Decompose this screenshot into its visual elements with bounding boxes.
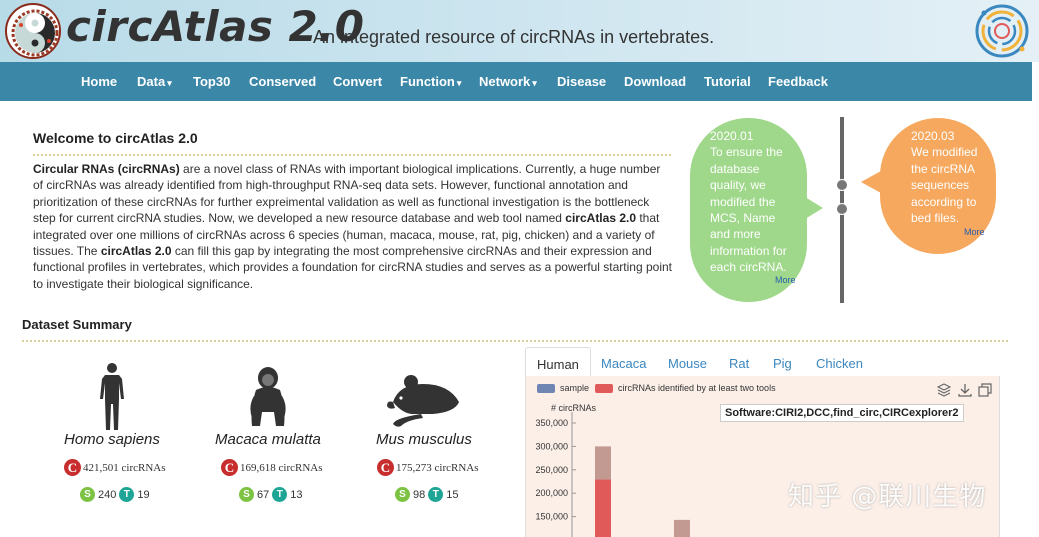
species-name-human[interactable]: Homo sapiens	[64, 431, 160, 448]
circ-count-human: C 421,501 circRNAs	[64, 459, 166, 476]
dataset-divider	[22, 340, 1008, 342]
sample-badge-icon: S	[80, 487, 95, 502]
tissue-badge-icon: T	[272, 487, 288, 502]
news-text: We modified the circRNA sequences accord…	[911, 145, 978, 226]
legend-sample[interactable]: sample	[537, 383, 589, 393]
watermark-text: 知乎 @联川生物	[788, 482, 987, 512]
timeline-dot[interactable]	[836, 203, 848, 215]
nav-convert[interactable]: Convert	[333, 74, 382, 89]
tissue-count: 13	[290, 488, 303, 501]
stack-icon[interactable]	[936, 383, 952, 397]
monkey-silhouette-icon[interactable]	[246, 366, 290, 437]
news-more-link[interactable]: More	[775, 272, 796, 288]
circle-graphic-icon	[972, 3, 1032, 59]
circ-count-text: 175,273 circRNAs	[396, 461, 479, 474]
tissue-badge-icon: T	[119, 487, 135, 502]
caret-down-icon: ▾	[167, 78, 172, 88]
sample-tissue-human: S 240 T 19	[80, 487, 150, 502]
sample-badge-icon: S	[239, 487, 254, 502]
nav-data[interactable]: Data ▾	[137, 74, 172, 89]
legend-label: circRNAs identified by at least two tool…	[618, 383, 776, 393]
mouse-silhouette-icon[interactable]	[385, 374, 465, 435]
nav-download[interactable]: Download	[624, 74, 686, 89]
sample-count: 98	[413, 488, 426, 501]
y-tick-label: 250,000	[535, 465, 568, 475]
tissue-count: 15	[446, 488, 459, 501]
nav-feedback[interactable]: Feedback	[768, 74, 828, 89]
news-date: 2020.01	[710, 129, 754, 143]
sample-badge-icon: S	[395, 487, 410, 502]
tab-mouse[interactable]: Mouse	[668, 347, 707, 377]
nav-network[interactable]: Network ▾	[479, 74, 537, 89]
welcome-divider	[33, 154, 671, 156]
tab-chicken[interactable]: Chicken	[816, 347, 863, 377]
chart-tooltip: Software:CIRI2,DCC,find_circ,CIRCexplore…	[720, 404, 964, 422]
human-silhouette-icon[interactable]	[96, 362, 128, 437]
tab-macaca[interactable]: Macaca	[601, 347, 647, 377]
news-text: To ensure the database quality, we modif…	[710, 145, 787, 275]
news-bubble-2020-01[interactable]: 2020.01 To ensure the database quality, …	[690, 118, 807, 302]
y-tick-label: 200,000	[535, 488, 568, 498]
brand-tagline: An integrated resource of circRNAs in ve…	[313, 27, 715, 47]
nav-tutorial[interactable]: Tutorial	[704, 74, 751, 89]
tab-human[interactable]: Human	[525, 347, 591, 377]
download-icon[interactable]	[958, 383, 972, 397]
caret-down-icon: ▾	[456, 78, 462, 88]
news-more-link[interactable]: More	[964, 224, 985, 240]
nav-home[interactable]: Home	[81, 74, 117, 89]
tissue-count: 19	[137, 488, 150, 501]
circrna-badge-icon: C	[221, 459, 238, 476]
caret-down-icon: ▾	[532, 78, 537, 88]
legend-circrnas[interactable]: circRNAs identified by at least two tool…	[595, 383, 776, 393]
bubble-pointer	[805, 197, 823, 219]
legend-swatch	[595, 383, 613, 393]
data-view-icon[interactable]	[978, 383, 992, 397]
sample-tissue-macaca: S 67 T 13	[239, 487, 303, 502]
circrna-badge-icon: C	[377, 459, 394, 476]
sample-count: 240	[98, 488, 117, 501]
legend-swatch	[537, 383, 555, 393]
species-name-macaca[interactable]: Macaca mulatta	[215, 431, 321, 448]
bar-circrnas[interactable]	[595, 479, 611, 537]
main-navbar: Home Data ▾ Top30 Conserved Convert Funct…	[0, 62, 1032, 101]
bar-chart: 350,000 300,000 250,000 200,000 150,000	[535, 412, 690, 537]
tab-rat[interactable]: Rat	[729, 347, 749, 377]
circrna-badge-icon: C	[64, 459, 81, 476]
y-tick-label: 150,000	[535, 512, 568, 522]
circ-count-macaca: C 169,618 circRNAs	[221, 459, 323, 476]
news-date: 2020.03	[911, 129, 955, 143]
circ-count-text: 421,501 circRNAs	[83, 461, 166, 474]
nav-disease[interactable]: Disease	[557, 74, 606, 89]
nav-top30[interactable]: Top30	[193, 74, 230, 89]
tab-pig[interactable]: Pig	[773, 347, 792, 377]
bar-sample[interactable]	[674, 519, 690, 537]
circ-count-text: 169,618 circRNAs	[240, 461, 323, 474]
circ-count-mus: C 175,273 circRNAs	[377, 459, 479, 476]
welcome-paragraph: Circular RNAs (circRNAs) are a novel cla…	[33, 161, 673, 292]
y-tick-label: 350,000	[535, 418, 568, 428]
dataset-summary-title: Dataset Summary	[22, 317, 132, 332]
sample-tissue-mus: S 98 T 15	[395, 487, 459, 502]
y-tick-label: 300,000	[535, 441, 568, 451]
bubble-pointer	[861, 171, 881, 193]
nav-conserved[interactable]: Conserved	[249, 74, 316, 89]
timeline-dot[interactable]	[836, 179, 848, 191]
news-bubble-2020-03[interactable]: 2020.03 We modified the circRNA sequence…	[880, 118, 996, 254]
site-header: circAtlas 2.0 An integrated resource of …	[0, 0, 1039, 62]
welcome-bold-name-2: circAtlas 2.0	[100, 244, 172, 259]
welcome-title: Welcome to circAtlas 2.0	[33, 130, 198, 146]
site-logo-icon[interactable]	[5, 3, 61, 59]
welcome-bold-circrnas: Circular RNAs (circRNAs)	[33, 162, 180, 176]
nav-function[interactable]: Function ▾	[400, 74, 461, 89]
species-tabs: Human Macaca Mouse Rat Pig Chicken	[525, 347, 1000, 377]
tissue-badge-icon: T	[428, 487, 444, 502]
sample-count: 67	[257, 488, 270, 501]
species-name-mus[interactable]: Mus musculus	[376, 431, 472, 448]
legend-label: sample	[560, 383, 590, 393]
welcome-bold-name-1: circAtlas 2.0	[565, 211, 637, 226]
